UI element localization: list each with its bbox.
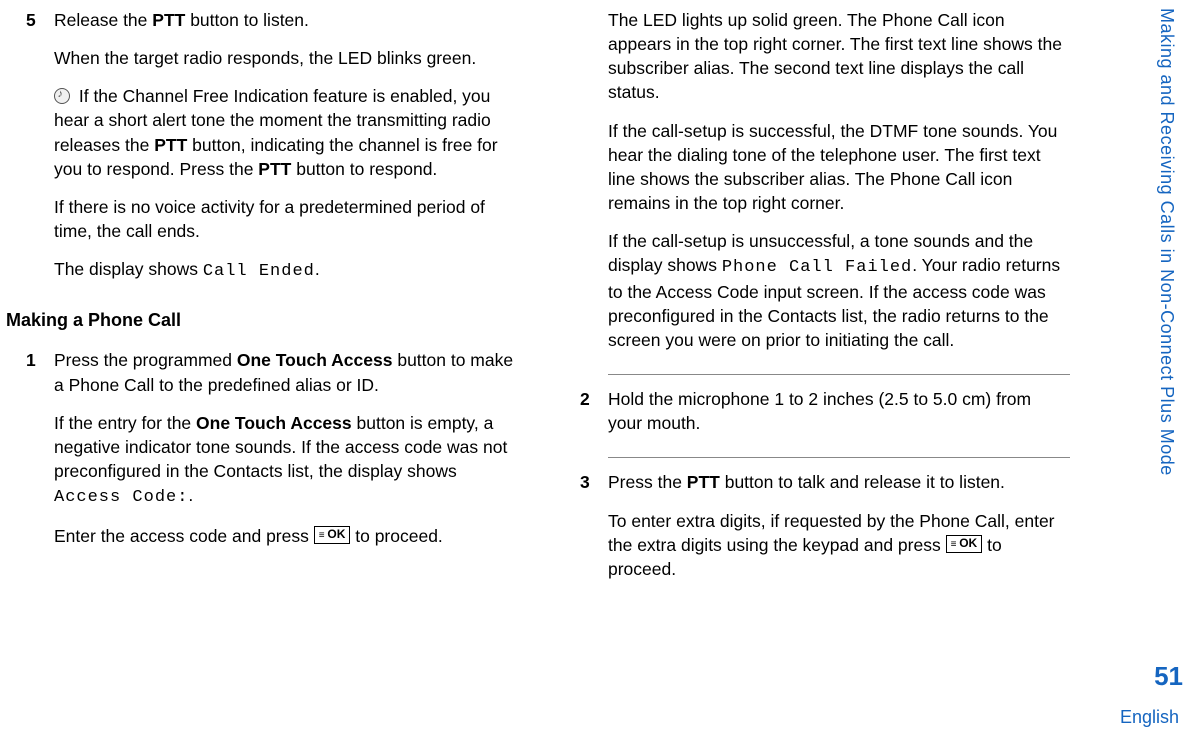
mono-text: Phone Call Failed <box>722 258 912 277</box>
language-label: English <box>1120 707 1179 728</box>
bold-text: PTT <box>687 472 720 492</box>
paragraph: The LED lights up solid green. The Phone… <box>608 8 1070 105</box>
divider <box>608 457 1070 458</box>
ok-button-icon: OK <box>946 535 983 553</box>
divider <box>608 374 1070 375</box>
step-3: 3 Press the PTT button to talk and relea… <box>560 470 1070 595</box>
paragraph: When the target radio responds, the LED … <box>54 46 516 70</box>
document-page: 5 Release the PTT button to listen. When… <box>0 0 1199 748</box>
text: If the entry for the <box>54 413 196 433</box>
paragraph: Press the PTT button to talk and release… <box>608 470 1070 494</box>
text: Enter the access code and press <box>54 526 314 546</box>
paragraph: If the call-setup is unsuccessful, a ton… <box>608 229 1070 352</box>
text: button to respond. <box>291 159 437 179</box>
paragraph: If the entry for the One Touch Access bu… <box>54 411 516 510</box>
text: . <box>315 259 320 279</box>
bold-text: One Touch Access <box>196 413 352 433</box>
paragraph: Enter the access code and press OK to pr… <box>54 524 516 548</box>
note-icon <box>54 88 70 104</box>
paragraph: Press the programmed One Touch Access bu… <box>54 348 516 396</box>
paragraph: The display shows Call Ended. <box>54 257 516 283</box>
step-number: 5 <box>6 8 54 298</box>
step-body: Press the PTT button to talk and release… <box>608 470 1070 595</box>
mono-text: Call Ended <box>203 262 315 281</box>
step-body: Hold the microphone 1 to 2 inches (2.5 t… <box>608 387 1070 449</box>
text: Release the <box>54 10 152 30</box>
text: button to listen. <box>185 10 309 30</box>
paragraph: If the call-setup is successful, the DTM… <box>608 119 1070 216</box>
section-heading: Making a Phone Call <box>6 308 516 333</box>
side-header: Making and Receiving Calls in Non-Connec… <box>1156 8 1177 476</box>
paragraph: If the Channel Free Indication feature i… <box>54 84 516 181</box>
step-1-continued: The LED lights up solid green. The Phone… <box>560 8 1070 366</box>
step-number: 2 <box>560 387 608 449</box>
page-number: 51 <box>1154 661 1183 692</box>
text: button to talk and release it to listen. <box>720 472 1005 492</box>
mono-text: Access Code: <box>54 488 188 507</box>
paragraph: To enter extra digits, if requested by t… <box>608 509 1070 581</box>
text: to proceed. <box>355 526 443 546</box>
step-number: 3 <box>560 470 608 595</box>
bold-text: One Touch Access <box>237 350 393 370</box>
paragraph: Hold the microphone 1 to 2 inches (2.5 t… <box>608 387 1070 435</box>
text: Press the <box>608 472 687 492</box>
step-number: 1 <box>6 348 54 561</box>
step-body: Press the programmed One Touch Access bu… <box>54 348 516 561</box>
text: Press the programmed <box>54 350 237 370</box>
text: The display shows <box>54 259 203 279</box>
step-body: The LED lights up solid green. The Phone… <box>608 8 1070 366</box>
paragraph: Release the PTT button to listen. <box>54 8 516 32</box>
step-2: 2 Hold the microphone 1 to 2 inches (2.5… <box>560 387 1070 449</box>
bold-text: PTT <box>258 159 291 179</box>
step-body: Release the PTT button to listen. When t… <box>54 8 516 298</box>
bold-text: PTT <box>152 10 185 30</box>
right-column: The LED lights up solid green. The Phone… <box>560 8 1070 599</box>
left-column: 5 Release the PTT button to listen. When… <box>6 8 516 599</box>
text: . <box>188 485 193 505</box>
step-1: 1 Press the programmed One Touch Access … <box>6 348 516 561</box>
bold-text: PTT <box>154 135 187 155</box>
ok-button-icon: OK <box>314 526 351 544</box>
step-5: 5 Release the PTT button to listen. When… <box>6 8 516 298</box>
two-column-layout: 5 Release the PTT button to listen. When… <box>6 8 1139 599</box>
paragraph: If there is no voice activity for a pred… <box>54 195 516 243</box>
step-number-empty <box>560 8 608 366</box>
